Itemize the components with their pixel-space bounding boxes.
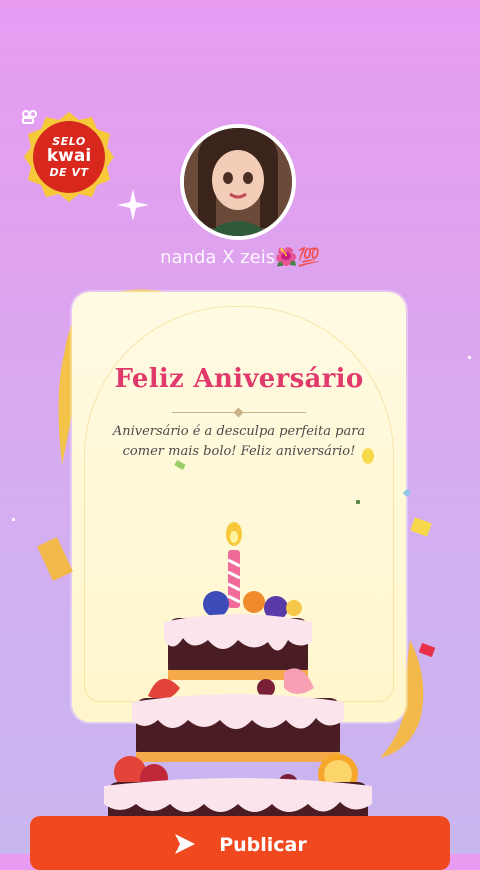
profile-avatar[interactable] (180, 124, 296, 240)
card-message-line-2: comer mais bolo! Feliz aniversário! (122, 444, 356, 460)
seal-line-3: DE VT (49, 165, 89, 179)
card-message: Aniversário é a desculpa perfeita para c… (102, 422, 376, 462)
publish-button-label: Publicar (219, 834, 307, 856)
send-arrow-icon (175, 834, 196, 854)
sparkle-icon (117, 189, 149, 221)
avatar-photo (184, 128, 292, 236)
card-title: Feliz Aniversário (114, 364, 364, 394)
confetti-piece (362, 448, 374, 464)
confetti-piece (410, 517, 432, 537)
birthday-cake-illustration (104, 522, 372, 820)
card-message-line-1: Aniversário é a desculpa perfeita para (112, 424, 366, 439)
kwai-logo-icon (22, 110, 37, 124)
kwai-seal-badge: SELO kwai DE VT (22, 110, 116, 204)
confetti-piece (37, 537, 73, 581)
publish-button[interactable]: Publicar (30, 816, 450, 870)
confetti-piece (12, 518, 15, 521)
profile-username: nanda X zeis🌺💯 (160, 247, 320, 268)
seal-brand: kwai (46, 146, 92, 167)
confetti-piece (356, 500, 360, 504)
confetti-piece (468, 356, 471, 359)
